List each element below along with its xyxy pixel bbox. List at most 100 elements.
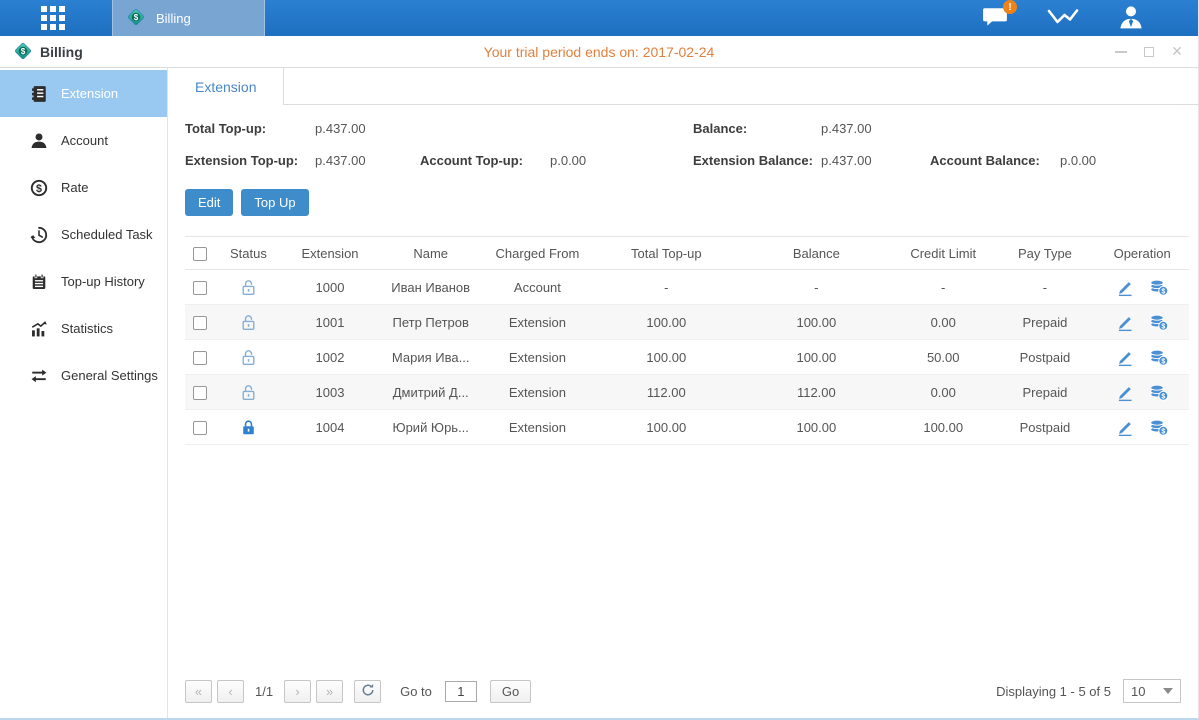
extension-table: StatusExtensionNameCharged FromTotal Top… xyxy=(168,216,1198,672)
account-balance-label: Account Balance: xyxy=(930,153,1060,168)
top-up-extension-icon[interactable]: $ xyxy=(1149,278,1169,297)
sidebar-item-general-settings[interactable]: General Settings xyxy=(0,352,167,399)
edit-extension-icon[interactable] xyxy=(1115,278,1135,297)
topbar-actions: ! xyxy=(980,0,1198,36)
table-row: 1001Петр ПетровExtension100.00100.000.00… xyxy=(185,305,1189,340)
sidebar-item-scheduled-task[interactable]: Scheduled Task xyxy=(0,211,167,258)
app-launcher-button[interactable] xyxy=(36,0,70,36)
cell-credit-limit: 100.00 xyxy=(892,410,995,445)
row-checkbox[interactable] xyxy=(193,281,207,295)
row-checkbox[interactable] xyxy=(193,421,207,435)
sidebar-item-rate[interactable]: $ Rate xyxy=(0,164,167,211)
rate-icon: $ xyxy=(30,179,48,197)
cell-pay-type: - xyxy=(995,270,1096,305)
cell-name: Петр Петров xyxy=(378,305,483,340)
topbar-tab-billing[interactable]: $ Billing xyxy=(112,0,265,36)
select-all-checkbox[interactable] xyxy=(193,247,207,261)
total-top-up-label: Total Top-up: xyxy=(185,121,315,136)
edit-extension-icon[interactable] xyxy=(1115,418,1135,437)
unlocked-icon xyxy=(239,278,258,297)
trial-notice: Your trial period ends on: 2017-02-24 xyxy=(0,44,1198,60)
window-title-bar: $ Billing Your trial period ends on: 201… xyxy=(0,36,1198,68)
last-page-button[interactable]: » xyxy=(316,680,343,703)
top-up-extension-icon[interactable]: $ xyxy=(1149,418,1169,437)
cell-total-top-up: 112.00 xyxy=(592,375,741,410)
close-button[interactable]: ✕ xyxy=(1170,45,1184,59)
cell-credit-limit: - xyxy=(892,270,995,305)
first-page-button[interactable]: « xyxy=(185,680,212,703)
column-header: Total Top-up xyxy=(592,237,741,270)
sidebar-item-label: Account xyxy=(61,133,108,148)
extension-icon xyxy=(30,85,48,103)
cell-total-top-up: 100.00 xyxy=(592,305,741,340)
prev-page-button[interactable]: ‹ xyxy=(217,680,244,703)
row-checkbox[interactable] xyxy=(193,386,207,400)
chat-button[interactable]: ! xyxy=(980,5,1010,31)
page-indicator: 1/1 xyxy=(255,684,273,699)
cell-total-top-up: 100.00 xyxy=(592,340,741,375)
sidebar: Extension Account $ Rate Scheduled Task Top-u… xyxy=(0,68,168,718)
cell-charged-from: Extension xyxy=(483,410,592,445)
column-header: Credit Limit xyxy=(892,237,995,270)
edit-extension-icon[interactable] xyxy=(1115,348,1135,367)
cell-name: Дмитрий Д... xyxy=(378,375,483,410)
app-window: $ Billing ! $ Billing Your trial period … xyxy=(0,0,1199,720)
top-up-extension-icon[interactable]: $ xyxy=(1149,383,1169,402)
next-page-button[interactable]: › xyxy=(284,680,311,703)
balance-summary: Total Top-up: p.437.00 Balance: p.437.00… xyxy=(168,105,1198,168)
cell-balance: 100.00 xyxy=(741,410,892,445)
tab-extension[interactable]: Extension xyxy=(168,68,284,105)
go-button[interactable]: Go xyxy=(490,680,531,703)
sidebar-item-extension[interactable]: Extension xyxy=(0,70,167,117)
go-to-page-input[interactable] xyxy=(445,681,477,702)
top-up-button[interactable]: Top Up xyxy=(241,189,308,216)
table-row: 1003Дмитрий Д...Extension112.00112.000.0… xyxy=(185,375,1189,410)
total-top-up-value: p.437.00 xyxy=(315,121,420,136)
sidebar-item-label: Top-up History xyxy=(61,274,145,289)
edit-button[interactable]: Edit xyxy=(185,189,233,216)
cell-credit-limit: 50.00 xyxy=(892,340,995,375)
maximize-button[interactable] xyxy=(1142,45,1156,59)
user-account-button[interactable] xyxy=(1116,5,1146,31)
cell-total-top-up: 100.00 xyxy=(592,410,741,445)
refresh-button[interactable] xyxy=(354,680,381,703)
sidebar-item-statistics[interactable]: Statistics xyxy=(0,305,167,352)
page-size-select[interactable]: 10 xyxy=(1123,679,1181,703)
resource-monitor-button[interactable] xyxy=(1048,5,1078,31)
cell-credit-limit: 0.00 xyxy=(892,305,995,340)
svg-text:$: $ xyxy=(1161,358,1165,365)
cell-pay-type: Postpaid xyxy=(995,410,1096,445)
cell-balance: 100.00 xyxy=(741,305,892,340)
page-size-value: 10 xyxy=(1131,684,1145,699)
top-up-extension-icon[interactable]: $ xyxy=(1149,313,1169,332)
sidebar-item-label: Rate xyxy=(61,180,88,195)
app-grid-icon xyxy=(41,6,65,30)
extension-balance-value: p.437.00 xyxy=(821,153,930,168)
column-header: Balance xyxy=(741,237,892,270)
cell-pay-type: Prepaid xyxy=(995,305,1096,340)
cell-name: Юрий Юрь... xyxy=(378,410,483,445)
sidebar-item-account[interactable]: Account xyxy=(0,117,167,164)
row-checkbox[interactable] xyxy=(193,316,207,330)
column-header: Name xyxy=(378,237,483,270)
column-header: Extension xyxy=(282,237,379,270)
user-icon xyxy=(1118,4,1144,33)
row-checkbox[interactable] xyxy=(193,351,207,365)
edit-extension-icon[interactable] xyxy=(1115,383,1135,402)
table-row: 1000Иван ИвановAccount----$ xyxy=(185,270,1189,305)
svg-text:$: $ xyxy=(1161,393,1165,400)
main-panel: Extension Total Top-up: p.437.00 Balance… xyxy=(168,68,1198,718)
locked-icon xyxy=(239,418,258,437)
toolbar: Edit Top Up xyxy=(168,168,1198,216)
topbar-tab-label: Billing xyxy=(156,11,191,26)
cell-name: Мария Ива... xyxy=(378,340,483,375)
displaying-text: Displaying 1 - 5 of 5 xyxy=(996,684,1111,699)
sidebar-item-top-up-history[interactable]: Top-up History xyxy=(0,258,167,305)
notification-badge: ! xyxy=(1003,0,1017,14)
edit-extension-icon[interactable] xyxy=(1115,313,1135,332)
top-up-extension-icon[interactable]: $ xyxy=(1149,348,1169,367)
unlocked-icon xyxy=(239,313,258,332)
top-bar: $ Billing ! xyxy=(0,0,1198,36)
account-icon xyxy=(30,132,48,150)
minimize-button[interactable] xyxy=(1114,45,1128,59)
